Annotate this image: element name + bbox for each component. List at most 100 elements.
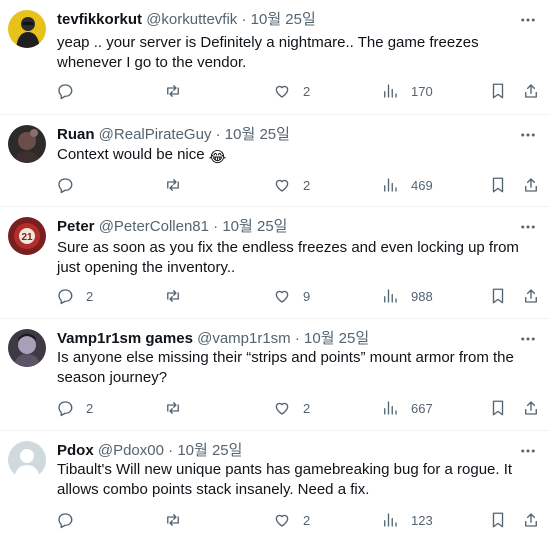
timestamp[interactable]: 10월 25일: [177, 442, 242, 459]
like-count: 9: [303, 288, 311, 304]
like-button[interactable]: 2: [273, 175, 310, 195]
more-options-icon[interactable]: [518, 331, 538, 347]
bookmark-button[interactable]: [489, 398, 507, 418]
avatar-image: [8, 10, 46, 48]
share-icon: [525, 289, 537, 303]
reply-button[interactable]: [56, 175, 74, 195]
tweet[interactable]: Ruan @RealPirateGuy · 10월 25일 Context wo…: [0, 115, 550, 207]
tweet-text-body: Context would be nice: [57, 146, 205, 163]
like-button[interactable]: 2: [273, 81, 310, 101]
views-button[interactable]: 170: [381, 81, 433, 101]
share-button[interactable]: [522, 510, 540, 530]
bookmark-button[interactable]: [489, 286, 507, 306]
views-button[interactable]: 988: [381, 286, 433, 306]
avatar[interactable]: [8, 125, 46, 163]
user-handle[interactable]: @RealPirateGuy: [99, 126, 212, 143]
user-handle[interactable]: @PeterCollen81: [99, 218, 209, 235]
tweet-text: Context would be nice 😂: [57, 145, 536, 168]
like-button[interactable]: 2: [273, 510, 310, 530]
views-button[interactable]: 123: [381, 510, 433, 530]
retweet-button[interactable]: [164, 81, 182, 101]
reply-button[interactable]: [56, 510, 74, 530]
views-chart-icon: [384, 84, 397, 98]
timestamp[interactable]: 10월 25일: [304, 330, 369, 347]
tweet[interactable]: 21 Peter @PeterCollen81 · 10월 25일 Sure a…: [0, 207, 550, 319]
retweet-button[interactable]: [164, 398, 182, 418]
reply-icon: [58, 513, 73, 529]
avatar[interactable]: 21: [8, 217, 46, 255]
separator-dot: ·: [215, 126, 221, 143]
more-options-icon[interactable]: [518, 12, 538, 28]
view-count: 123: [411, 512, 433, 528]
display-name[interactable]: Vamp1r1sm games: [57, 330, 193, 347]
more-options-icon[interactable]: [518, 127, 538, 143]
heart-icon: [275, 290, 289, 303]
views-chart-icon: [384, 513, 397, 527]
share-button[interactable]: [522, 175, 540, 195]
bookmark-button[interactable]: [489, 175, 507, 195]
views-chart-icon: [384, 289, 397, 303]
reply-button[interactable]: 2: [56, 286, 93, 306]
views-button[interactable]: 469: [381, 175, 433, 195]
share-button[interactable]: [522, 81, 540, 101]
avatar-image: [8, 329, 46, 367]
tweet-text: Sure as soon as you fix the endless free…: [57, 239, 519, 276]
reply-count: 2: [86, 288, 94, 304]
action-bar: 2 2 667: [0, 398, 550, 418]
like-count: 2: [303, 512, 311, 528]
reply-count: 2: [86, 400, 94, 416]
action-bar: 2 9 988: [0, 286, 550, 306]
more-options-icon[interactable]: [518, 443, 538, 459]
avatar-image: [8, 125, 46, 163]
retweet-button[interactable]: [164, 510, 182, 530]
reply-button[interactable]: [56, 81, 74, 101]
retweet-button[interactable]: [164, 175, 182, 195]
timestamp[interactable]: 10월 25일: [225, 126, 290, 143]
more-options-icon[interactable]: [518, 219, 538, 235]
bookmark-button[interactable]: [489, 81, 507, 101]
bookmark-icon: [492, 400, 504, 416]
tweet-header: tevfikkorkut @korkuttevfik · 10월 25일: [57, 10, 520, 30]
tweet-header: Pdox @Pdox00 · 10월 25일: [57, 441, 520, 461]
bookmark-icon: [492, 177, 504, 193]
user-handle[interactable]: @korkuttevfik: [146, 11, 237, 28]
share-icon: [525, 84, 537, 98]
timestamp[interactable]: 10월 25일: [251, 11, 316, 28]
reply-feed: tevfikkorkut @korkuttevfik · 10월 25일 yea…: [0, 0, 550, 538]
views-button[interactable]: 667: [381, 398, 433, 418]
view-count: 170: [411, 83, 433, 99]
display-name[interactable]: Pdox: [57, 442, 94, 459]
tweet-header: Ruan @RealPirateGuy · 10월 25일: [57, 125, 520, 145]
tweet[interactable]: tevfikkorkut @korkuttevfik · 10월 25일 yea…: [0, 0, 550, 115]
bookmark-button[interactable]: [489, 510, 507, 530]
display-name[interactable]: Peter: [57, 218, 95, 235]
reply-icon: [58, 178, 73, 194]
separator-dot: ·: [213, 218, 219, 235]
avatar[interactable]: [8, 10, 46, 48]
like-button[interactable]: 9: [273, 286, 310, 306]
like-button[interactable]: 2: [273, 398, 310, 418]
retweet-icon: [167, 179, 179, 191]
tweet[interactable]: Vamp1r1sm games @vamp1r1sm · 10월 25일 Is …: [0, 319, 550, 431]
action-bar: 2 123: [0, 510, 550, 530]
views-chart-icon: [384, 401, 397, 415]
avatar[interactable]: [8, 329, 46, 367]
reply-icon: [58, 289, 73, 305]
timestamp[interactable]: 10월 25일: [222, 218, 287, 235]
view-count: 667: [411, 400, 433, 416]
display-name[interactable]: tevfikkorkut: [57, 11, 142, 28]
tweet[interactable]: Pdox @Pdox00 · 10월 25일 Tibault's Will ne…: [0, 431, 550, 538]
user-handle[interactable]: @vamp1r1sm: [197, 330, 291, 347]
retweet-button[interactable]: [164, 286, 182, 306]
user-handle[interactable]: @Pdox00: [98, 442, 164, 459]
heart-icon: [275, 179, 289, 192]
like-count: 2: [303, 400, 311, 416]
reply-button[interactable]: 2: [56, 398, 93, 418]
display-name[interactable]: Ruan: [57, 126, 95, 143]
like-count: 2: [303, 177, 311, 193]
avatar[interactable]: [8, 441, 46, 479]
share-button[interactable]: [522, 286, 540, 306]
tweet-text: Tibault's Will new unique pants has game…: [57, 461, 513, 498]
share-button[interactable]: [522, 398, 540, 418]
tweet-header: Vamp1r1sm games @vamp1r1sm · 10월 25일: [57, 329, 520, 349]
